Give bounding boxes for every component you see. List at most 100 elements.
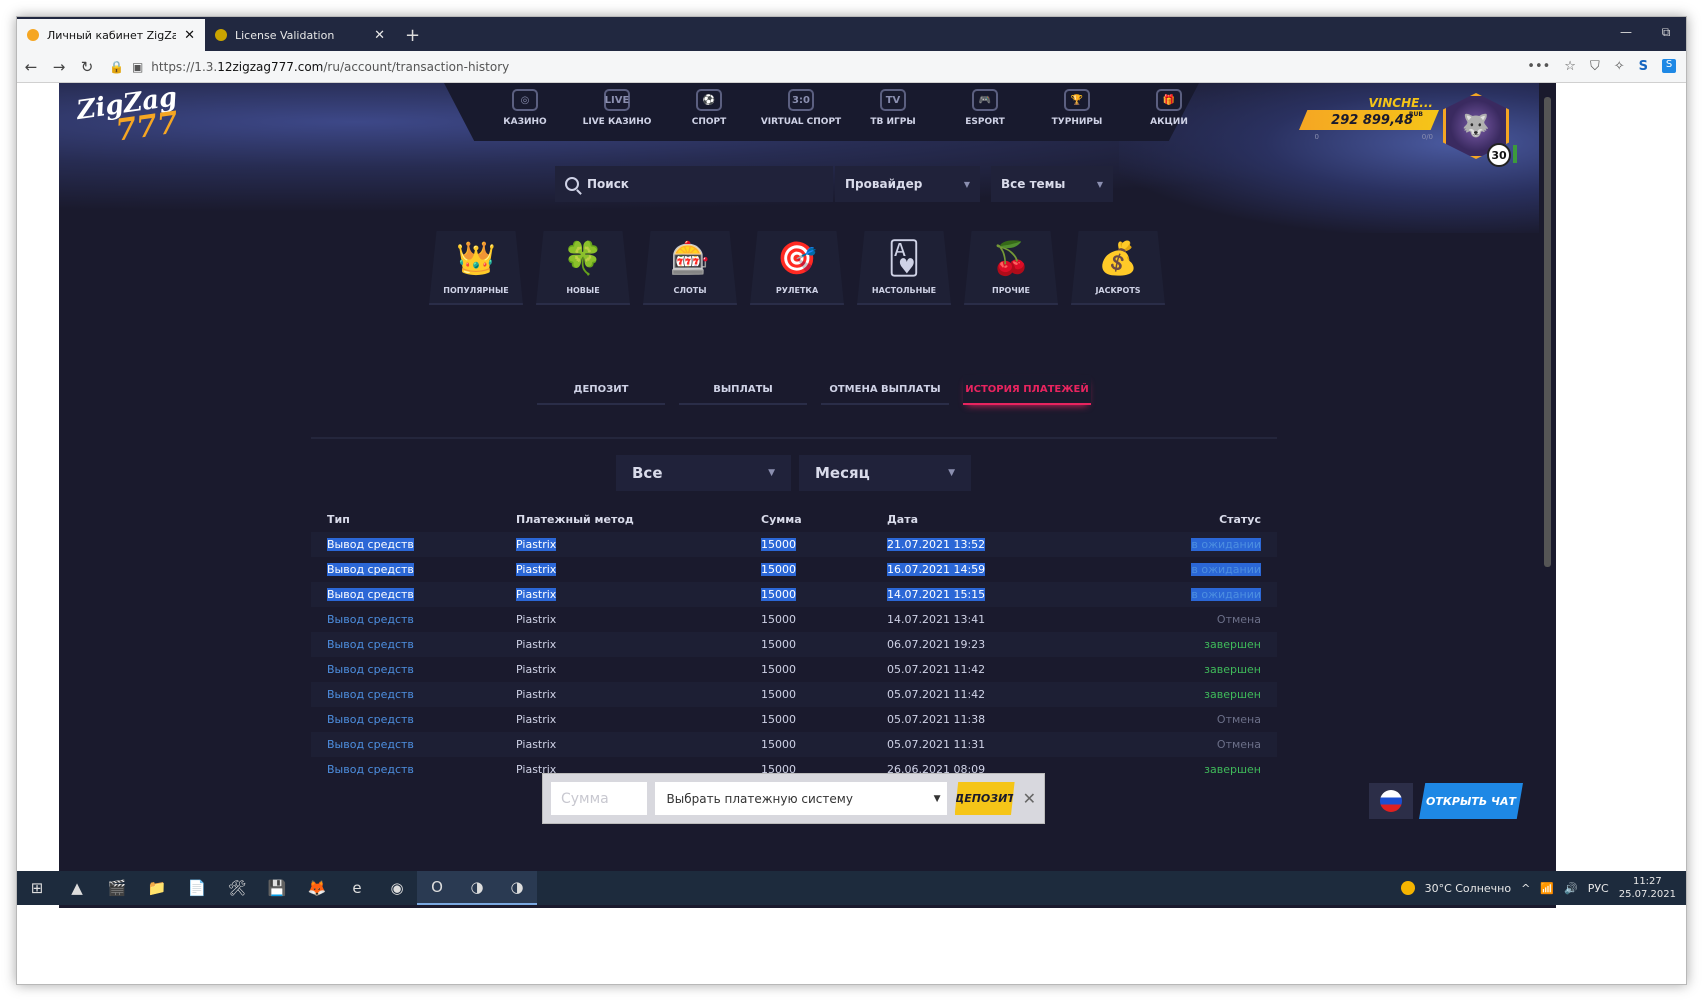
cell-type[interactable]: Вывод средств [311, 688, 516, 701]
provider-dropdown[interactable]: Провайдер ▼ [835, 166, 980, 202]
category-tile[interactable]: 👑 ПОПУЛЯРНЫЕ [429, 231, 523, 305]
category-tile[interactable]: 🍒 ПРОЧИЕ [964, 231, 1058, 305]
transaction-type-link[interactable]: Вывод средств [327, 588, 414, 601]
scrollbar-thumb[interactable] [1544, 97, 1551, 567]
header-amount: Сумма [761, 513, 802, 526]
nav-item[interactable]: TV ТВ ИГРЫ [847, 89, 939, 127]
transaction-type-link[interactable]: Вывод средств [327, 563, 414, 576]
tor-icon[interactable]: ◑ [457, 871, 497, 905]
language-flag[interactable] [1369, 783, 1413, 819]
cell-type[interactable]: Вывод средств [311, 763, 516, 776]
close-tab-icon[interactable]: ✕ [184, 28, 195, 43]
tor-active-icon[interactable]: ◑ [497, 871, 537, 905]
category-tile[interactable]: 🂱 НАСТОЛЬНЫЕ [857, 231, 951, 305]
back-icon[interactable]: ← [17, 58, 45, 76]
category-tile[interactable]: 🍀 НОВЫЕ [536, 231, 630, 305]
clapperboard-icon[interactable]: 🎬 [97, 871, 137, 905]
chevron-up-icon[interactable]: ^ [1521, 882, 1530, 895]
cell-type[interactable]: Вывод средств [311, 738, 516, 751]
payment-system-select[interactable]: Выбрать платежную систему ▼ [654, 782, 947, 815]
minimize-icon[interactable]: — [1606, 17, 1646, 47]
close-tab-icon[interactable]: ✕ [374, 28, 385, 43]
themes-dropdown[interactable]: Все темы ▼ [991, 166, 1113, 202]
amount: 15000 [761, 613, 796, 626]
tools-icon[interactable]: 🛠 [217, 871, 257, 905]
category-tile[interactable]: 🎯 РУЛЕТКА [750, 231, 844, 305]
transaction-type-link[interactable]: Вывод средств [327, 663, 414, 676]
logo-number: 777 [113, 105, 181, 149]
tab-license-validation[interactable]: License Validation ✕ [205, 19, 395, 51]
account-tab[interactable]: ДЕПОЗИТ [537, 375, 665, 405]
cell-type[interactable]: Вывод средств [311, 638, 516, 651]
nav-item[interactable]: 🏆 ТУРНИРЫ [1031, 89, 1123, 127]
provider-label: Провайдер [845, 177, 923, 191]
transaction-type-link[interactable]: Вывод средств [327, 763, 414, 776]
account-tab[interactable]: ВЫПЛАТЫ [679, 375, 807, 405]
transaction-type-link[interactable]: Вывод средств [327, 638, 414, 651]
page-info-icon[interactable]: ▣ [132, 60, 143, 74]
tab-cabinet[interactable]: Личный кабинет ZigZag777 - ✕ [17, 19, 205, 51]
notepad-icon[interactable]: 📄 [177, 871, 217, 905]
search-input[interactable]: Поиск [555, 166, 833, 202]
nav-item[interactable]: ⚽ СПОРТ [663, 89, 755, 127]
transaction-type-link[interactable]: Вывод средств [327, 538, 414, 551]
volume-icon[interactable]: 🔊 [1564, 882, 1578, 895]
shield-icon[interactable]: ⛉ [1590, 59, 1600, 74]
file-explorer-icon[interactable]: 📁 [137, 871, 177, 905]
cell-type[interactable]: Вывод средств [311, 713, 516, 726]
page-scrollbar[interactable] [1539, 83, 1556, 908]
cell-type[interactable]: Вывод средств [311, 588, 516, 601]
language-indicator[interactable]: РУС [1588, 882, 1609, 895]
type-filter-value: Все [632, 464, 663, 482]
nav-item[interactable]: LIVE LIVE КАЗИНО [571, 89, 663, 127]
cell-type[interactable]: Вывод средств [311, 613, 516, 626]
s-blue-extension-icon[interactable]: S [1662, 59, 1676, 73]
cell-type[interactable]: Вывод средств [311, 563, 516, 576]
extension-icon[interactable]: ✧ [1614, 59, 1625, 74]
transaction-type-link[interactable]: Вывод средств [327, 713, 414, 726]
transaction-type-link[interactable]: Вывод средств [327, 688, 414, 701]
deposit-button[interactable]: ДЕПОЗИТ [954, 782, 1015, 815]
nav-item[interactable]: ◎ КАЗИНО [479, 89, 571, 127]
edge-icon[interactable]: e [337, 871, 377, 905]
category-tile[interactable]: 💰 JACKPOTS [1071, 231, 1165, 305]
new-tab-icon[interactable]: + [395, 19, 430, 51]
forward-icon[interactable]: → [45, 58, 73, 76]
nav-item[interactable]: 3:0 VIRTUAL СПОРТ [755, 89, 847, 127]
status-badge: завершен [1204, 763, 1261, 776]
reload-icon[interactable]: ↻ [73, 58, 101, 76]
cell-status: в ожидании [1161, 588, 1277, 601]
triangle-app-icon[interactable]: ▲ [57, 871, 97, 905]
nav-item[interactable]: 🎮 ESPORT [939, 89, 1031, 127]
nav-item-label: VIRTUAL СПОРТ [760, 117, 842, 127]
s-extension-icon[interactable]: S [1639, 59, 1648, 74]
chevron-down-icon: ▼ [768, 468, 775, 478]
restore-icon[interactable]: ⧉ [1646, 17, 1686, 47]
cell-type[interactable]: Вывод средств [311, 663, 516, 676]
user-panel[interactable]: VINCHE... 292 899,48 RUB 0 0/0 🐺 30 [1299, 93, 1517, 167]
chrome-icon[interactable]: ◉ [377, 871, 417, 905]
network-icon[interactable]: 📶 [1540, 882, 1554, 895]
close-icon[interactable]: ✕ [1023, 789, 1036, 808]
weather-text[interactable]: 30°C Солнечно [1425, 882, 1512, 895]
firefox-icon[interactable]: 🦊 [297, 871, 337, 905]
account-tab[interactable]: ИСТОРИЯ ПЛАТЕЖЕЙ [963, 375, 1091, 405]
bookmark-star-icon[interactable]: ☆ [1564, 59, 1576, 74]
cell-type[interactable]: Вывод средств [311, 538, 516, 551]
amount-input[interactable]: Сумма [551, 782, 647, 815]
payment-method: Piastrix [516, 713, 557, 726]
transaction-type-link[interactable]: Вывод средств [327, 738, 414, 751]
floppy-icon[interactable]: 💾 [257, 871, 297, 905]
clock[interactable]: 11:27 25.07.2021 [1619, 875, 1676, 901]
windows-start-icon[interactable]: ⊞ [17, 871, 57, 905]
type-filter[interactable]: Все ▼ [616, 455, 791, 491]
address-bar[interactable]: 🔒 ▣ https://1.3.12zigzag777.com/ru/accou… [109, 60, 1527, 74]
opera-icon[interactable]: O [417, 871, 457, 905]
account-tab[interactable]: ОТМЕНА ВЫПЛАТЫ [821, 375, 949, 405]
more-actions-icon[interactable]: ••• [1527, 59, 1550, 74]
transaction-type-link[interactable]: Вывод средств [327, 613, 414, 626]
category-tile[interactable]: 🎰 СЛОТЫ [643, 231, 737, 305]
nav-item[interactable]: 🎁 АКЦИИ [1123, 89, 1215, 127]
period-filter[interactable]: Месяц ▼ [799, 455, 971, 491]
open-chat-button[interactable]: ОТКРЫТЬ ЧАТ [1419, 783, 1523, 819]
